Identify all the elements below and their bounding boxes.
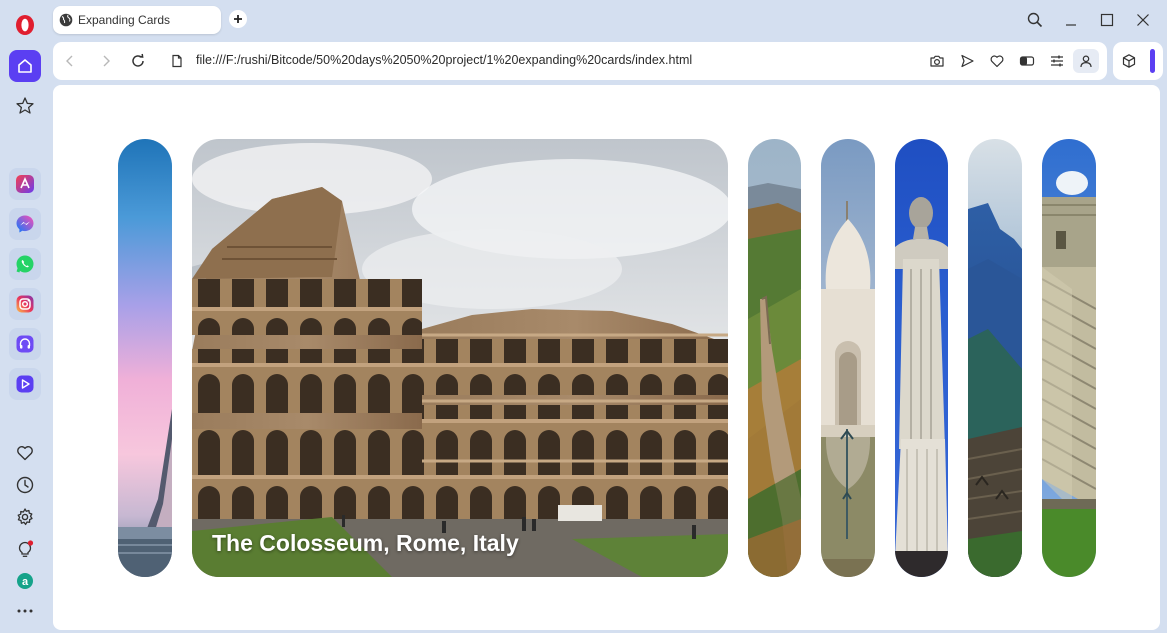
forward-arrow-icon <box>103 55 110 67</box>
back-arrow-icon <box>66 55 73 67</box>
card-colosseum[interactable]: The Colosseum, Rome, Italy <box>192 139 728 577</box>
send-icon <box>961 54 974 68</box>
sliders-icon <box>1051 55 1063 67</box>
profile-button[interactable] <box>1073 49 1099 73</box>
tab-title: Expanding Cards <box>78 13 171 27</box>
camera-icon <box>930 55 944 67</box>
close-window-button[interactable] <box>1133 10 1153 30</box>
opera-sidebar: a <box>0 0 50 633</box>
great-wall-image <box>748 139 801 577</box>
machu-picchu-image <box>968 139 1022 577</box>
card-taj-mahal[interactable] <box>821 139 875 577</box>
svg-text:a: a <box>22 576 29 588</box>
toggle-icon <box>1019 56 1035 66</box>
music-player-button[interactable] <box>9 328 41 360</box>
new-tab-button[interactable] <box>229 10 247 28</box>
app-a-icon: a <box>17 573 33 589</box>
card-christ-redeemer[interactable] <box>895 139 948 577</box>
search-icon <box>1027 12 1043 28</box>
home-icon <box>18 59 32 73</box>
globe-icon <box>59 13 73 27</box>
settings-icon <box>17 508 33 526</box>
home-button[interactable] <box>9 50 41 82</box>
bookmark-button[interactable] <box>987 51 1007 71</box>
eiffel-tower-image <box>118 139 172 577</box>
star-icon <box>16 97 34 114</box>
user-icon <box>1080 55 1092 68</box>
reload-icon <box>132 53 144 67</box>
minimize-button[interactable] <box>1061 10 1081 30</box>
forward-button[interactable] <box>96 51 116 71</box>
extensions-panel <box>1113 42 1163 80</box>
heart-outline-icon <box>990 55 1004 68</box>
snapshot-button[interactable] <box>927 51 947 71</box>
plus-icon <box>234 15 242 23</box>
history-button[interactable] <box>13 473 37 497</box>
back-button[interactable] <box>60 51 80 71</box>
whatsapp-icon <box>16 255 34 273</box>
heart-icon <box>17 446 33 461</box>
tips-button[interactable] <box>13 537 37 561</box>
taj-mahal-image <box>821 139 875 577</box>
bulb-icon <box>18 540 34 557</box>
instagram-icon <box>16 295 34 313</box>
more-button[interactable] <box>13 599 37 623</box>
aria-button[interactable] <box>9 168 41 200</box>
page-viewport: The Colosseum, Rome, Italy <box>53 85 1160 630</box>
chichen-itza-image <box>1042 139 1096 577</box>
app-a-button[interactable]: a <box>13 569 37 593</box>
maximize-button[interactable] <box>1097 10 1117 30</box>
cube-icon <box>1122 54 1136 68</box>
player-button[interactable] <box>9 368 41 400</box>
christ-redeemer-image <box>895 139 948 577</box>
player-icon <box>16 375 34 393</box>
maximize-icon <box>1100 13 1114 27</box>
close-icon <box>1137 14 1149 26</box>
search-tabs-button[interactable] <box>1025 10 1045 30</box>
url-field[interactable]: file:///F:/rushi/Bitcode/50%20days%2050%… <box>196 53 692 67</box>
reload-button[interactable] <box>128 51 148 71</box>
my-flow-button[interactable] <box>13 441 37 465</box>
card-title: The Colosseum, Rome, Italy <box>212 530 519 556</box>
easy-setup-button[interactable] <box>1017 51 1037 71</box>
card-eiffel-tower[interactable] <box>118 139 172 577</box>
card-chichen-itza[interactable] <box>1042 139 1096 577</box>
file-icon <box>172 54 182 68</box>
messenger-button[interactable] <box>9 208 41 240</box>
instagram-button[interactable] <box>9 288 41 320</box>
extensions-button[interactable] <box>1119 51 1139 71</box>
history-icon <box>16 476 34 494</box>
accent-indicator <box>1150 49 1155 73</box>
page-info-button[interactable] <box>167 51 187 71</box>
whatsapp-button[interactable] <box>9 248 41 280</box>
tab-settings-button[interactable] <box>1047 51 1067 71</box>
minimize-icon <box>1066 24 1076 26</box>
opera-logo[interactable] <box>14 14 36 36</box>
address-toolbar: file:///F:/rushi/Bitcode/50%20days%2050%… <box>53 42 1107 80</box>
card-great-wall[interactable] <box>748 139 801 577</box>
speed-dial-button[interactable] <box>13 94 37 118</box>
aria-icon <box>16 175 34 193</box>
colosseum-image <box>192 139 728 577</box>
browser-tab[interactable]: Expanding Cards <box>53 6 221 34</box>
send-button[interactable] <box>957 51 977 71</box>
card-machu-picchu[interactable] <box>968 139 1022 577</box>
music-icon <box>16 335 34 353</box>
more-icon <box>17 609 33 613</box>
messenger-icon <box>16 215 34 233</box>
settings-button[interactable] <box>13 505 37 529</box>
